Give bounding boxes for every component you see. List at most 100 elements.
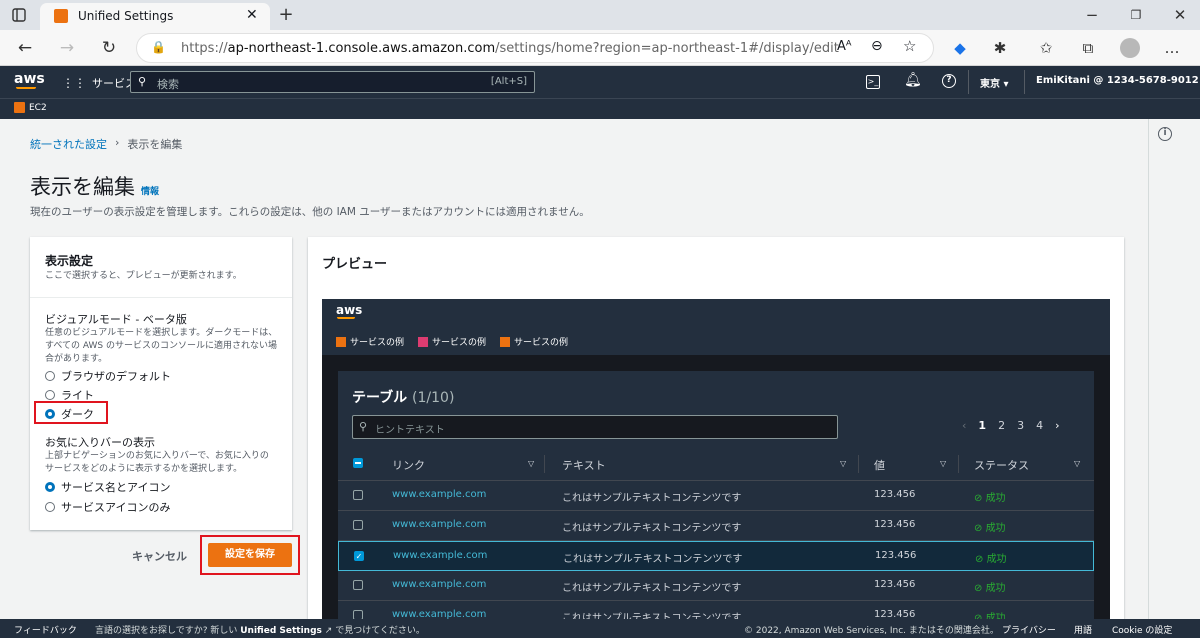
zoom-icon[interactable]: ⊖ [871,38,883,54]
radio-button[interactable] [45,371,55,381]
tab-actions-icon[interactable] [10,6,28,24]
row-checkbox[interactable] [353,610,363,619]
forward-icon[interactable]: → [56,38,78,58]
feedback-link[interactable]: フィードバック [14,623,77,636]
row-status: ⊘ 成功 [975,554,1007,565]
close-window-icon[interactable]: ✕ [1170,6,1190,24]
search-input[interactable]: ⚲ 検索 [Alt+S] [130,71,535,93]
row-link[interactable]: www.example.com [392,609,486,619]
restore-icon[interactable]: ❐ [1126,6,1146,24]
row-link[interactable]: www.example.com [392,579,486,590]
table-row-selected[interactable]: ✓ www.example.com これはサンプルテキストコンテンツです 123… [338,541,1094,571]
next-page-icon[interactable]: › [1055,419,1059,432]
service-example-icon [500,336,511,347]
preview-title: プレビュー [322,257,388,272]
extension-pin-icon[interactable]: ◆ [950,38,970,58]
preview-favorites: サービスの例 サービスの例 サービスの例 [336,335,568,348]
prev-page-icon[interactable]: ‹ [962,419,966,432]
read-aloud-icon[interactable]: Aᴬ [837,39,852,54]
radio-label: サービス名とアイコン [61,481,171,494]
info-link[interactable]: 情報 [141,184,159,197]
lock-icon: 🔒 [151,40,166,54]
column-value[interactable]: 値 [874,457,885,473]
radio-button[interactable] [45,390,55,400]
preview-aws-smile-icon [337,317,355,319]
row-checkbox[interactable] [353,490,363,500]
extensions-icon[interactable]: ✱ [990,38,1010,58]
address-bar[interactable]: 🔒 https://ap-northeast-1.console.aws.ama… [136,33,934,63]
row-link[interactable]: www.example.com [392,519,486,530]
table-row[interactable]: www.example.com これはサンプルテキストコンテンツです 123.4… [338,601,1094,619]
sort-icon[interactable]: ▽ [1074,459,1080,468]
radio-icon-only[interactable]: サービスアイコンのみ [45,499,245,515]
page-1[interactable]: 1 [978,419,986,432]
privacy-link[interactable]: プライバシー [1002,623,1056,636]
sort-icon[interactable]: ▽ [840,459,846,468]
breadcrumb-link-unified-settings[interactable]: 統一された設定 [30,136,107,152]
row-value: 123.456 [875,550,917,561]
page-4[interactable]: 4 [1036,419,1043,432]
table-row[interactable]: www.example.com これはサンプルテキストコンテンツです 123.4… [338,571,1094,601]
row-value: 123.456 [874,609,916,619]
radio-browser-default[interactable]: ブラウザのデフォルト [45,368,245,384]
account-menu[interactable]: EmiKitani @ 1234-5678-9012 [1036,75,1199,86]
sort-icon[interactable]: ▽ [940,459,946,468]
select-all-checkbox[interactable] [353,458,363,468]
close-tab-icon[interactable]: ✕ [246,7,258,23]
info-panel-icon[interactable]: i [1158,127,1172,141]
radio-label: ダーク [61,408,94,421]
favorite-ec2[interactable]: EC2 [14,102,47,113]
refresh-icon[interactable]: ↻ [98,38,120,58]
search-placeholder: 検索 [157,78,179,91]
row-link[interactable]: www.example.com [393,550,487,561]
row-checkbox[interactable] [353,580,363,590]
aws-logo-smile-icon [16,87,36,89]
column-text[interactable]: テキスト [562,457,606,473]
preview-aws-logo: aws [336,303,363,317]
favorites-bar-description: 上部ナビゲーションのお気に入りバーで、お気に入りの サービスをどのように表示する… [45,451,269,474]
row-text: これはサンプルテキストコンテンツです [562,613,742,619]
back-icon[interactable]: ← [14,38,36,58]
sort-icon[interactable]: ▽ [528,459,534,468]
language-notice: 言語の選択をお探しですか? 新しい Unified Settings ↗ で見つ… [95,626,425,636]
row-checkbox-checked[interactable]: ✓ [354,551,364,561]
more-menu-icon[interactable]: … [1162,38,1182,58]
column-link[interactable]: リンク [392,457,425,473]
page-2[interactable]: 2 [998,419,1005,432]
radio-button-selected[interactable] [45,409,55,419]
notifications-bell-icon[interactable]: 🔔︎ [904,72,922,88]
new-tab-icon[interactable]: + [276,4,296,25]
browser-tab[interactable]: Unified Settings ✕ [40,3,270,30]
help-icon[interactable]: ? [942,74,956,88]
terms-link[interactable]: 用語 [1074,623,1092,636]
radio-button[interactable] [45,502,55,512]
services-menu[interactable]: ⋮⋮ サービス [62,75,136,91]
minimize-icon[interactable]: − [1082,6,1102,24]
favorites-icon[interactable]: ✩ [1036,38,1056,58]
row-link[interactable]: www.example.com [392,489,486,500]
row-status: ⊘ 成功 [974,523,1006,534]
save-settings-button[interactable]: 設定を保存 [208,543,292,567]
page-3[interactable]: 3 [1017,419,1024,432]
cloudshell-icon[interactable]: >_ [866,75,880,89]
table-row[interactable]: www.example.com これはサンプルテキストコンテンツです 123.4… [338,481,1094,511]
radio-button-selected[interactable] [45,482,55,492]
aws-logo[interactable]: aws [14,71,45,87]
preview-filter-input[interactable]: ⚲ ヒントテキスト [352,415,838,439]
collections-icon[interactable]: ⧉ [1078,38,1098,58]
region-selector[interactable]: 東京 ▾ [980,75,1009,90]
unified-settings-link[interactable]: Unified Settings [240,626,322,636]
cancel-button[interactable]: キャンセル [132,548,187,564]
nav-divider [1024,70,1025,94]
radio-label: ブラウザのデフォルト [61,370,171,383]
radio-name-and-icon[interactable]: サービス名とアイコン [45,479,245,495]
favorite-star-icon[interactable]: ☆ [903,37,916,55]
cookie-settings-link[interactable]: Cookie の設定 [1112,623,1172,636]
breadcrumb: 統一された設定 › 表示を編集 [30,136,182,152]
table-row[interactable]: www.example.com これはサンプルテキストコンテンツです 123.4… [338,511,1094,541]
profile-avatar[interactable] [1120,38,1140,58]
row-checkbox[interactable] [353,520,363,530]
panel-divider [30,297,292,298]
radio-dark[interactable]: ダーク [45,406,245,422]
column-status[interactable]: ステータス [974,457,1029,473]
